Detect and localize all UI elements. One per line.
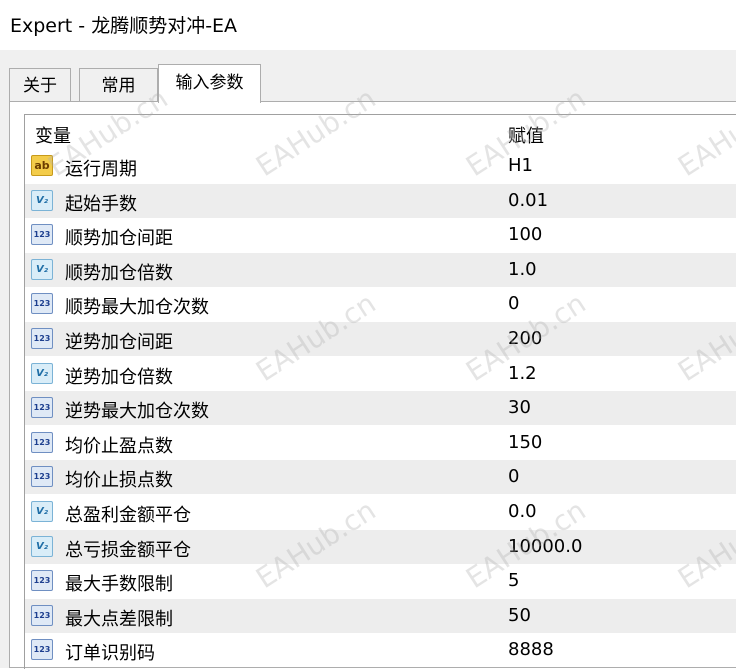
parameter-value[interactable]: 0.0 [508, 501, 537, 522]
table-row[interactable]: V₂ 起始手数 0.01 [25, 183, 736, 218]
parameter-value[interactable]: 50 [508, 605, 531, 626]
parameter-name: 均价止损点数 [65, 470, 173, 492]
parameter-name: 逆势最大加仓次数 [65, 401, 209, 423]
column-header-value[interactable]: 赋值 [508, 122, 544, 148]
table-row[interactable]: 123 订单识别码 8888 [25, 633, 736, 667]
double-icon: V₂ [31, 501, 53, 522]
tab-about[interactable]: 关于 [9, 68, 71, 102]
table-row[interactable]: 123 顺势加仓间距 100 [25, 218, 736, 252]
integer-icon: 123 [31, 293, 53, 315]
parameters-table[interactable]: 变量 赋值 ab 运行周期 H1 V₂ 起始手数 0.01 123 顺势加仓间距 100 V₂ 顺势… [24, 114, 736, 669]
table-row[interactable]: V₂ 总亏损金额平仓 10000.0 [25, 529, 736, 564]
tab-common[interactable]: 常用 [79, 68, 158, 102]
double-icon: V₂ [31, 189, 53, 211]
parameter-name: 逆势加仓倍数 [65, 366, 173, 388]
table-row[interactable]: 123 逆势最大加仓次数 30 [25, 391, 736, 426]
parameter-value[interactable]: 30 [508, 397, 531, 418]
column-header-variable[interactable]: 变量 [35, 122, 71, 148]
parameter-value[interactable]: 1.0 [508, 259, 537, 280]
parameter-name: 订单识别码 [65, 643, 155, 665]
integer-icon: 123 [31, 431, 53, 453]
parameter-name: 逆势加仓间距 [65, 332, 173, 353]
table-row[interactable]: 123 逆势加仓间距 200 [25, 322, 736, 356]
parameter-name: 均价止盈点数 [65, 435, 173, 457]
parameter-value[interactable]: 5 [508, 570, 519, 591]
table-row[interactable]: 123 最大点差限制 50 [25, 598, 736, 633]
integer-icon: 123 [31, 466, 53, 488]
parameter-value[interactable]: 200 [508, 328, 542, 349]
tab-inputs[interactable]: 输入参数 [158, 64, 261, 103]
table-row[interactable]: 123 均价止盈点数 150 [25, 426, 736, 460]
parameter-value[interactable]: 100 [508, 224, 542, 245]
string-icon: ab [31, 155, 53, 176]
integer-icon: 123 [31, 604, 53, 626]
parameter-value[interactable]: 0 [508, 293, 519, 314]
double-icon: V₂ [31, 362, 53, 384]
parameter-value[interactable]: 0.01 [508, 190, 548, 211]
parameter-name: 顺势加仓倍数 [65, 262, 173, 284]
parameter-value[interactable]: 8888 [508, 639, 554, 660]
table-row[interactable]: 123 顺势最大加仓次数 0 [25, 287, 736, 321]
table-row[interactable]: V₂ 逆势加仓倍数 1.2 [25, 357, 736, 391]
parameter-name: 最大手数限制 [65, 574, 173, 596]
integer-icon: 123 [31, 639, 53, 661]
parameter-value[interactable]: H1 [508, 155, 533, 176]
table-row[interactable]: 123 均价止损点数 0 [25, 460, 736, 495]
integer-icon: 123 [31, 570, 53, 592]
parameter-name: 运行周期 [65, 159, 137, 180]
parameter-value[interactable]: 10000.0 [508, 536, 582, 557]
parameter-name: 起始手数 [65, 193, 137, 215]
parameter-value[interactable]: 150 [508, 432, 542, 453]
double-icon: V₂ [31, 258, 53, 280]
table-row[interactable]: V₂ 顺势加仓倍数 1.0 [25, 252, 736, 287]
parameter-name: 顺势最大加仓次数 [65, 297, 209, 319]
double-icon: V₂ [31, 535, 53, 557]
title-bar: Expert - 龙腾顺势对冲-EA [0, 0, 736, 50]
integer-icon: 123 [31, 397, 53, 419]
parameter-name: 顺势加仓间距 [65, 228, 173, 250]
integer-icon: 123 [31, 224, 53, 246]
table-row[interactable]: 123 最大手数限制 5 [25, 564, 736, 598]
parameter-name: 总盈利金额平仓 [65, 505, 191, 526]
table-header: 变量 赋值 [25, 115, 736, 147]
parameter-name: 最大点差限制 [65, 608, 173, 630]
inputs-panel: 变量 赋值 ab 运行周期 H1 V₂ 起始手数 0.01 123 顺势加仓间距 100 V₂ 顺势… [9, 101, 736, 669]
parameter-value[interactable]: 1.2 [508, 363, 537, 384]
table-row[interactable]: ab 运行周期 H1 [25, 149, 736, 183]
parameter-value[interactable]: 0 [508, 466, 519, 487]
parameter-name: 总亏损金额平仓 [65, 539, 191, 561]
window-title: Expert - 龙腾顺势对冲-EA [10, 15, 238, 37]
expert-properties-dialog: 关于 常用 输入参数 变量 赋值 ab 运行周期 H1 V₂ 起始手数 0.01 123 顺势… [0, 50, 736, 669]
integer-icon: 123 [31, 328, 53, 349]
table-row[interactable]: V₂ 总盈利金额平仓 0.0 [25, 495, 736, 529]
